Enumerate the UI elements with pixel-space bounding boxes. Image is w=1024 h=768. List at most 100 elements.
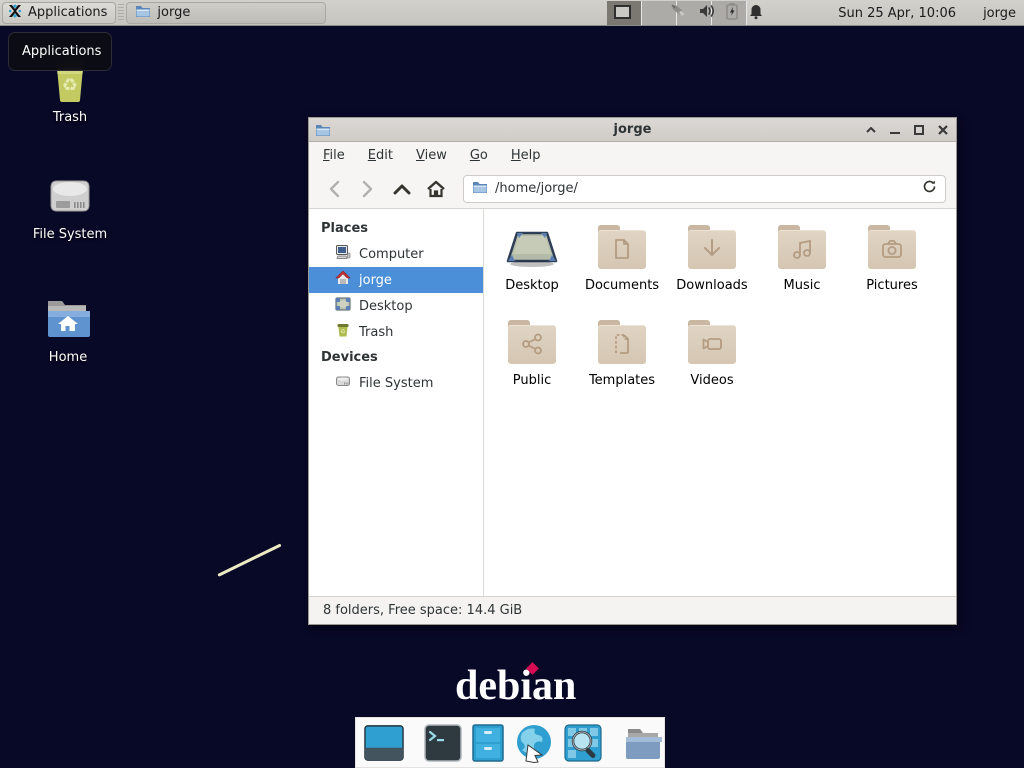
home-icon bbox=[335, 270, 351, 290]
shade-button[interactable] bbox=[864, 123, 878, 137]
folder-label: Downloads bbox=[667, 278, 757, 293]
sidebar: Places Computer bbox=[309, 209, 484, 596]
home-button[interactable] bbox=[421, 174, 451, 204]
desktop-icon-home[interactable]: Home bbox=[13, 295, 123, 365]
notifications-bell-icon[interactable] bbox=[748, 3, 764, 24]
home-folder-icon bbox=[13, 295, 123, 343]
places-header: Places bbox=[309, 216, 483, 241]
close-button[interactable] bbox=[936, 123, 950, 137]
menu-file[interactable]: File bbox=[323, 148, 345, 163]
svg-text:♻: ♻ bbox=[62, 75, 78, 96]
folder-item-documents[interactable]: Documents bbox=[577, 217, 667, 293]
folder-icon bbox=[135, 4, 151, 22]
desktop-icon-label: File System bbox=[15, 227, 125, 242]
sidebar-item-desktop[interactable]: Desktop bbox=[309, 293, 483, 319]
folder-item-music[interactable]: Music bbox=[757, 217, 847, 293]
volume-icon[interactable] bbox=[698, 3, 716, 23]
sidebar-item-computer[interactable]: Computer bbox=[309, 241, 483, 267]
show-desktop-icon bbox=[364, 724, 404, 762]
window-title: jorge bbox=[309, 122, 956, 137]
folder-icon bbox=[472, 179, 488, 198]
network-plug-icon[interactable] bbox=[669, 2, 689, 24]
tooltip-text: Applications bbox=[22, 44, 101, 59]
folder-icon bbox=[622, 725, 662, 761]
show-desktop-button[interactable] bbox=[364, 723, 404, 763]
debian-text: debian bbox=[455, 663, 576, 709]
debian-wordmark: debian bbox=[455, 662, 576, 710]
sidebar-item-label: jorge bbox=[359, 273, 392, 288]
application-finder-icon bbox=[564, 724, 602, 762]
file-cabinet-icon bbox=[472, 724, 504, 762]
hard-drive-icon bbox=[335, 373, 351, 393]
sidebar-item-label: Computer bbox=[359, 247, 424, 262]
template-document-icon bbox=[598, 320, 646, 364]
workspace-1[interactable] bbox=[607, 1, 642, 25]
folder-label: Desktop bbox=[487, 278, 577, 293]
maximize-button[interactable] bbox=[912, 123, 926, 137]
applications-menu-button[interactable]: Applications bbox=[2, 2, 116, 24]
desktop-icon bbox=[335, 296, 351, 316]
terminal-icon bbox=[424, 724, 462, 762]
camera-icon bbox=[868, 225, 916, 269]
minimize-button[interactable] bbox=[888, 123, 902, 137]
sidebar-item-trash[interactable]: ♻ Trash bbox=[309, 319, 483, 345]
devices-header: Devices bbox=[309, 345, 483, 370]
sidebar-item-label: Desktop bbox=[359, 299, 413, 314]
folder-item-templates[interactable]: Templates bbox=[577, 312, 667, 388]
workspace-window-thumb bbox=[614, 5, 631, 19]
taskbar-window-label: jorge bbox=[157, 5, 190, 20]
folder-item-downloads[interactable]: Downloads bbox=[667, 217, 757, 293]
desktop-icon-file-system[interactable]: File System bbox=[15, 172, 125, 242]
folder-launcher[interactable] bbox=[622, 723, 662, 763]
file-manager-launcher[interactable] bbox=[472, 723, 504, 763]
stray-line-artifact bbox=[217, 543, 281, 576]
hard-drive-icon bbox=[15, 172, 125, 220]
video-camera-icon bbox=[688, 320, 736, 364]
status-bar: 8 folders, Free space: 14.4 GiB bbox=[309, 596, 956, 624]
menu-help[interactable]: Help bbox=[511, 148, 541, 163]
reload-icon[interactable] bbox=[922, 179, 937, 198]
file-list-view[interactable]: Desktop Documents Downloads bbox=[484, 209, 956, 596]
app-finder-launcher[interactable] bbox=[564, 723, 602, 763]
up-button[interactable] bbox=[387, 174, 417, 204]
desktop-icon-label: Home bbox=[13, 350, 123, 365]
applications-tooltip: Applications bbox=[8, 32, 112, 71]
file-manager-window: jorge File Edit View Go Help bbox=[308, 117, 957, 625]
path-input[interactable]: /home/jorge/ bbox=[495, 181, 915, 196]
sidebar-item-file-system[interactable]: File System bbox=[309, 370, 483, 396]
taskbar-window-button[interactable]: jorge bbox=[126, 2, 326, 24]
menu-go[interactable]: Go bbox=[470, 148, 488, 163]
panel-clock[interactable]: Sun 25 Apr, 10:06 bbox=[838, 0, 956, 26]
system-tray bbox=[669, 0, 764, 26]
folder-item-videos[interactable]: Videos bbox=[667, 312, 757, 388]
desktop-pad-icon bbox=[487, 217, 577, 269]
panel-grip[interactable] bbox=[118, 4, 124, 22]
battery-charging-icon[interactable] bbox=[725, 2, 739, 24]
document-icon bbox=[598, 225, 646, 269]
svg-text:♻: ♻ bbox=[340, 329, 345, 336]
folder-item-public[interactable]: Public bbox=[487, 312, 577, 388]
web-browser-icon bbox=[514, 723, 554, 763]
panel-user-menu[interactable]: jorge bbox=[983, 0, 1016, 26]
xfce-menu-icon bbox=[7, 3, 23, 23]
applications-menu-label: Applications bbox=[28, 5, 107, 20]
trash-icon: ♻ bbox=[335, 322, 351, 342]
share-icon bbox=[508, 320, 556, 364]
menu-edit[interactable]: Edit bbox=[368, 148, 393, 163]
sidebar-item-jorge[interactable]: jorge bbox=[309, 267, 483, 293]
folder-item-desktop[interactable]: Desktop bbox=[487, 217, 577, 293]
path-bar[interactable]: /home/jorge/ bbox=[463, 175, 946, 203]
window-titlebar[interactable]: jorge bbox=[309, 118, 956, 142]
forward-button[interactable] bbox=[353, 174, 383, 204]
back-button[interactable] bbox=[319, 174, 349, 204]
folder-item-pictures[interactable]: Pictures bbox=[847, 217, 937, 293]
folder-icon bbox=[315, 122, 331, 141]
desktop-icon-label: Trash bbox=[15, 110, 125, 125]
top-panel: Applications jorge bbox=[0, 0, 1024, 26]
terminal-launcher[interactable] bbox=[424, 723, 462, 763]
status-text: 8 folders, Free space: 14.4 GiB bbox=[323, 603, 522, 618]
folder-label: Templates bbox=[577, 373, 667, 388]
web-browser-launcher[interactable] bbox=[514, 723, 554, 763]
toolbar: /home/jorge/ bbox=[309, 169, 956, 209]
menu-view[interactable]: View bbox=[416, 148, 447, 163]
